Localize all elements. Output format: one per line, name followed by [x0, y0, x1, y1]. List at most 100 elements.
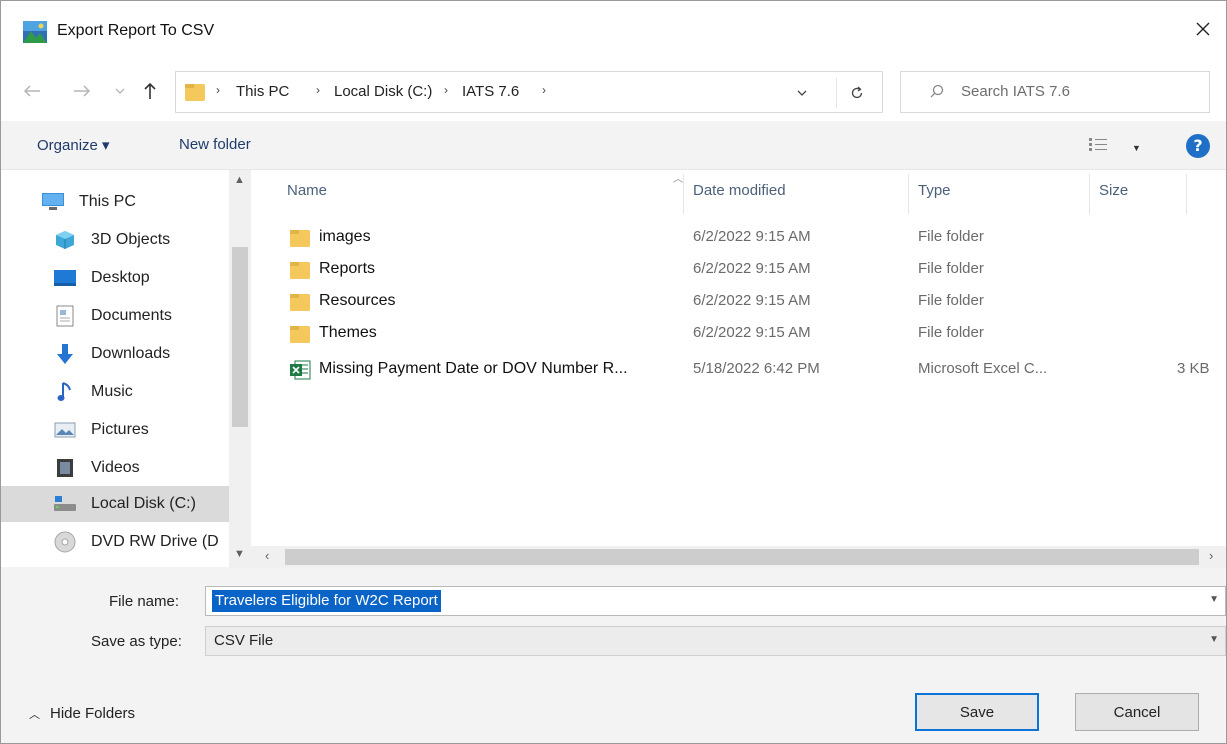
file-name-label: File name:	[109, 593, 180, 610]
hide-folders-button[interactable]: ︿ Hide Folders	[29, 705, 135, 722]
save-type-label: Save as type:	[91, 633, 182, 650]
nav-label: Desktop	[91, 269, 150, 286]
app-icon	[23, 21, 47, 43]
file-date: 5/18/2022 6:42 PM	[693, 360, 820, 377]
nav-item-downloads[interactable]: Downloads	[1, 336, 229, 372]
file-name: Missing Payment Date or DOV Number R...	[319, 360, 628, 377]
chevron-down-icon	[797, 90, 807, 96]
folder-icon	[290, 230, 310, 247]
address-bar[interactable]: › This PC › Local Disk (C:) › IATS 7.6 ›	[175, 71, 883, 113]
column-header-size[interactable]: Size	[1099, 182, 1128, 199]
export-dialog: Export Report To CSV › This PC › Local D…	[0, 0, 1227, 744]
address-dropdown-button[interactable]	[788, 81, 816, 105]
column-header-date[interactable]: Date modified	[693, 182, 786, 199]
file-row[interactable]: Resources 6/2/2022 9:15 AM File folder	[251, 286, 1226, 318]
file-name: Resources	[319, 292, 396, 309]
scroll-thumb[interactable]	[285, 549, 1199, 565]
up-button[interactable]	[137, 77, 163, 105]
view-dropdown-icon[interactable]: ▼	[1132, 143, 1141, 153]
organize-menu-button[interactable]: Organize ▾	[37, 136, 110, 154]
nav-label: Music	[91, 383, 133, 400]
close-icon	[1196, 22, 1210, 36]
chevron-down-icon[interactable]: ▼	[1209, 594, 1219, 605]
folder-icon	[290, 262, 310, 279]
horizontal-scrollbar[interactable]: ‹ ›	[251, 546, 1226, 568]
nav-item-3d-objects[interactable]: 3D Objects	[1, 222, 229, 258]
column-divider[interactable]	[1186, 174, 1187, 214]
back-button[interactable]	[19, 77, 45, 105]
music-note-icon	[53, 381, 77, 403]
save-type-select[interactable]: CSV File ▼	[205, 626, 1226, 656]
drive-icon	[53, 493, 77, 515]
new-folder-button[interactable]: New folder	[179, 136, 251, 153]
picture-icon	[53, 419, 77, 441]
column-divider[interactable]	[683, 174, 684, 214]
nav-scrollbar[interactable]: ▲ ▼	[229, 170, 251, 568]
scroll-thumb[interactable]	[232, 247, 248, 427]
recent-locations-button[interactable]	[111, 77, 129, 105]
breadcrumb-this-pc[interactable]: This PC	[236, 83, 289, 100]
chevron-down-icon[interactable]: ▼	[1209, 634, 1219, 645]
search-input[interactable]: Search IATS 7.6	[900, 71, 1210, 113]
file-type: File folder	[918, 292, 984, 309]
nav-item-pictures[interactable]: Pictures	[1, 412, 229, 448]
file-name-input[interactable]: Travelers Eligible for W2C Report ▼	[205, 586, 1226, 616]
breadcrumb-separator-icon: ›	[316, 83, 320, 97]
column-header-name[interactable]: Name	[287, 182, 327, 199]
folder-icon	[290, 294, 310, 311]
file-row[interactable]: Themes 6/2/2022 9:15 AM File folder	[251, 318, 1226, 350]
disc-icon	[53, 531, 77, 553]
file-type: File folder	[918, 324, 984, 341]
search-placeholder: Search IATS 7.6	[961, 83, 1070, 100]
folder-icon	[184, 81, 206, 103]
nav-item-videos[interactable]: Videos	[1, 450, 229, 486]
scroll-up-icon[interactable]: ▲	[234, 174, 245, 186]
file-date: 6/2/2022 9:15 AM	[693, 292, 811, 309]
file-row[interactable]: Missing Payment Date or DOV Number R... …	[251, 354, 1226, 386]
sort-ascending-icon: ︿	[673, 174, 683, 185]
close-button[interactable]	[1180, 9, 1226, 49]
forward-button[interactable]	[69, 77, 95, 105]
file-name: Themes	[319, 324, 377, 341]
scroll-right-icon[interactable]: ›	[1209, 548, 1213, 563]
help-icon[interactable]: ?	[1186, 134, 1210, 158]
nav-item-dvd-drive[interactable]: DVD RW Drive (D	[1, 524, 229, 560]
dialog-title: Export Report To CSV	[57, 22, 215, 39]
nav-label: 3D Objects	[91, 231, 171, 248]
refresh-icon	[851, 86, 862, 99]
scroll-left-icon[interactable]: ‹	[265, 548, 269, 563]
document-icon	[53, 305, 77, 327]
nav-item-this-pc[interactable]: This PC	[1, 184, 229, 220]
file-row[interactable]: images 6/2/2022 9:15 AM File folder	[251, 222, 1226, 254]
file-type: Microsoft Excel C...	[918, 360, 1048, 377]
breadcrumb-local-disk[interactable]: Local Disk (C:)	[334, 83, 432, 100]
excel-file-icon	[290, 360, 311, 380]
scroll-down-icon[interactable]: ▼	[234, 548, 245, 560]
refresh-button[interactable]	[836, 78, 876, 108]
nav-item-documents[interactable]: Documents	[1, 298, 229, 334]
nav-label: Videos	[91, 459, 140, 476]
nav-item-music[interactable]: Music	[1, 374, 229, 410]
file-date: 6/2/2022 9:15 AM	[693, 260, 811, 277]
cube-icon	[53, 229, 77, 251]
film-icon	[53, 457, 77, 479]
file-type: File folder	[918, 228, 984, 245]
nav-label: This PC	[79, 193, 136, 210]
nav-label: Pictures	[91, 421, 149, 438]
nav-item-local-disk[interactable]: Local Disk (C:)	[1, 486, 229, 522]
column-divider[interactable]	[908, 174, 909, 214]
file-list: ︿ Name Date modified Type Size images 6/…	[251, 169, 1226, 568]
download-arrow-icon	[53, 343, 77, 365]
save-type-value: CSV File	[214, 632, 274, 649]
file-row[interactable]: Reports 6/2/2022 9:15 AM File folder	[251, 254, 1226, 286]
column-divider[interactable]	[1089, 174, 1090, 214]
file-size: 3 KB	[1177, 360, 1210, 377]
nav-item-desktop[interactable]: Desktop	[1, 260, 229, 296]
file-date: 6/2/2022 9:15 AM	[693, 324, 811, 341]
column-header-type[interactable]: Type	[918, 182, 951, 199]
save-button[interactable]: Save	[915, 693, 1039, 731]
cancel-button[interactable]: Cancel	[1075, 693, 1199, 731]
view-options-icon[interactable]	[1088, 137, 1108, 153]
up-arrow-icon	[144, 82, 156, 99]
breadcrumb-iats[interactable]: IATS 7.6	[462, 83, 519, 100]
